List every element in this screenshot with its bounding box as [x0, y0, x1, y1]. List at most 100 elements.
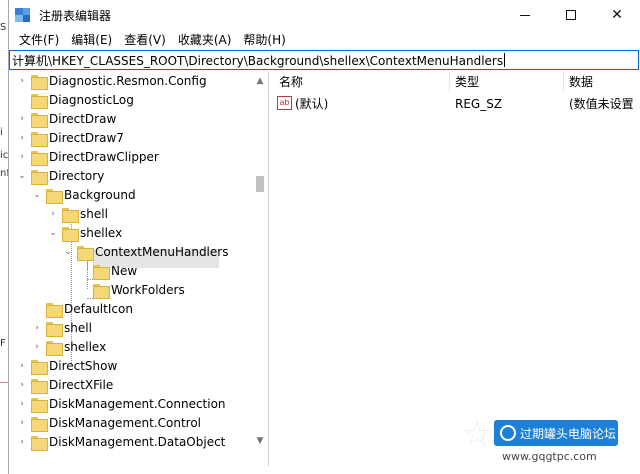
folder-open-icon [77, 246, 94, 261]
menu-view[interactable]: 查看(V) [118, 30, 172, 50]
chevron-right-icon[interactable]: › [17, 133, 27, 143]
minimize-button[interactable] [502, 0, 548, 30]
background-window-edge: S i ic nf F [0, 0, 10, 474]
tree-item-label: DiskManagement.Connection [49, 397, 226, 411]
column-separator[interactable] [449, 72, 450, 92]
tree-item-label: Diagnostic.Resmon.Config [49, 74, 207, 88]
column-separator[interactable] [563, 72, 564, 92]
chevron-right-icon[interactable]: › [17, 380, 27, 390]
menu-bar: 文件(F) 编辑(E) 查看(V) 收藏夹(A) 帮助(H) [9, 30, 640, 50]
list-header: 名称 类型 数据 [271, 72, 640, 92]
chevron-right-icon[interactable]: › [17, 399, 27, 409]
folder-icon [31, 151, 48, 166]
tree-item-label: shellex [64, 340, 107, 354]
tree-item-label: DiagnosticLog [49, 93, 134, 107]
forum-watermark: 过期罐头电脑论坛 [494, 420, 618, 446]
tree-item-label: Background [64, 188, 136, 202]
string-value-icon: ab [277, 96, 292, 110]
close-button[interactable]: ✕ [594, 0, 640, 30]
column-header-type[interactable]: 类型 [455, 72, 479, 92]
folder-icon [46, 303, 63, 318]
tree-item-label: shell [64, 321, 92, 335]
window-title: 注册表编辑器 [39, 8, 112, 23]
menu-help[interactable]: 帮助(H) [237, 30, 291, 50]
maximize-icon [566, 10, 576, 20]
menu-edit[interactable]: 编辑(E) [65, 30, 118, 50]
chevron-right-icon[interactable]: › [17, 361, 27, 371]
chevron-down-icon[interactable]: ⌄ [17, 171, 27, 181]
value-data: (数值未设置 [569, 97, 634, 111]
folder-icon [31, 436, 48, 451]
registry-editor-icon [15, 7, 31, 23]
chevron-right-icon[interactable]: › [17, 114, 27, 124]
menu-favorites[interactable]: 收藏夹(A) [172, 30, 238, 50]
tree-item-label: ContextMenuHandlers [95, 245, 229, 259]
chevron-right-icon[interactable]: › [32, 342, 42, 352]
tree-item-label: DirectDraw [49, 112, 117, 126]
folder-icon [31, 398, 48, 413]
values-list-pane[interactable]: 名称 类型 数据 ab (默认) REG_SZ (数值未设置 [271, 72, 640, 466]
watermark-text: 过期罐头电脑论坛 [520, 426, 617, 441]
chevron-right-icon[interactable]: › [32, 323, 42, 333]
list-item[interactable]: ab (默认) REG_SZ (数值未设置 [271, 94, 640, 114]
folder-icon [62, 208, 79, 223]
chevron-right-icon[interactable]: › [17, 152, 27, 162]
folder-open-icon [62, 227, 79, 242]
tree-item-label: DirectDraw7 [49, 131, 124, 145]
folder-icon [31, 132, 48, 147]
background-divider [0, 382, 8, 383]
title-bar: 注册表编辑器 ✕ [9, 0, 640, 30]
text-caret [504, 53, 506, 67]
menu-file[interactable]: 文件(F) [13, 30, 65, 50]
folder-open-icon [46, 189, 63, 204]
folder-icon [31, 113, 48, 128]
folder-icon [46, 322, 63, 337]
chevron-right-icon[interactable]: › [17, 76, 27, 86]
tree-item-label: DefaultIcon [64, 302, 133, 316]
tree-item-label: WorkFolders [111, 283, 185, 297]
tree-item-label: DirectDrawClipper [49, 150, 159, 164]
background-glyph: i [0, 127, 3, 138]
tree-item-label: shell [80, 207, 108, 221]
folder-icon [31, 379, 48, 394]
folder-icon [46, 341, 63, 356]
scroll-up-arrow-icon[interactable]: ▲ [252, 74, 268, 88]
chevron-down-icon[interactable]: ⌄ [48, 228, 58, 238]
folder-icon [93, 284, 110, 299]
tree-item-label: DirectShow [49, 359, 118, 373]
watermark-logo-icon [500, 425, 516, 441]
tree-vertical-scrollbar[interactable]: ▲ ▼ [252, 72, 268, 466]
close-icon: ✕ [611, 7, 623, 23]
watermark-url: www.gqgtpc.com [502, 450, 597, 463]
scrollbar-thumb[interactable] [256, 176, 264, 192]
column-header-data[interactable]: 数据 [569, 72, 593, 92]
scroll-down-arrow-icon[interactable]: ▼ [252, 434, 268, 448]
chevron-right-icon[interactable]: › [17, 437, 27, 447]
folder-open-icon [31, 170, 48, 185]
tree-item-label: shellex [80, 226, 123, 240]
column-header-name[interactable]: 名称 [279, 72, 303, 92]
tree-item-label: DiskManagement.Control [49, 416, 202, 430]
registry-editor-window: 注册表编辑器 ✕ 文件(F) 编辑(E) 查看(V) 收藏夹(A) 帮助(H) … [8, 0, 640, 474]
background-glyph: S [0, 22, 7, 33]
tree-item-label: DiskManagement.DataObject [49, 435, 226, 449]
tree-item-label: Directory [49, 169, 105, 183]
chevron-right-icon[interactable]: › [48, 209, 58, 219]
address-path[interactable]: 计算机\HKEY_CLASSES_ROOT\Directory\Backgrou… [12, 52, 503, 69]
tree-item-label: DirectXFile [49, 378, 114, 392]
chevron-down-icon[interactable]: ⌄ [32, 190, 42, 200]
folder-icon [93, 265, 110, 280]
key-tree-pane[interactable]: › Diagnostic.Resmon.Config DiagnosticLog… [9, 72, 269, 466]
address-bar[interactable]: 计算机\HKEY_CLASSES_ROOT\Directory\Backgrou… [9, 50, 639, 70]
value-name: (默认) [295, 97, 329, 111]
folder-icon [31, 360, 48, 375]
chevron-down-icon[interactable]: ⌄ [63, 247, 73, 257]
folder-icon [31, 75, 48, 90]
background-glyph: F [0, 338, 6, 349]
tree-item-label: New [111, 264, 138, 278]
value-type: REG_SZ [455, 97, 503, 111]
maximize-button[interactable] [548, 0, 594, 30]
chevron-right-icon[interactable]: › [17, 418, 27, 428]
folder-icon [31, 417, 48, 432]
folder-icon [31, 94, 48, 109]
